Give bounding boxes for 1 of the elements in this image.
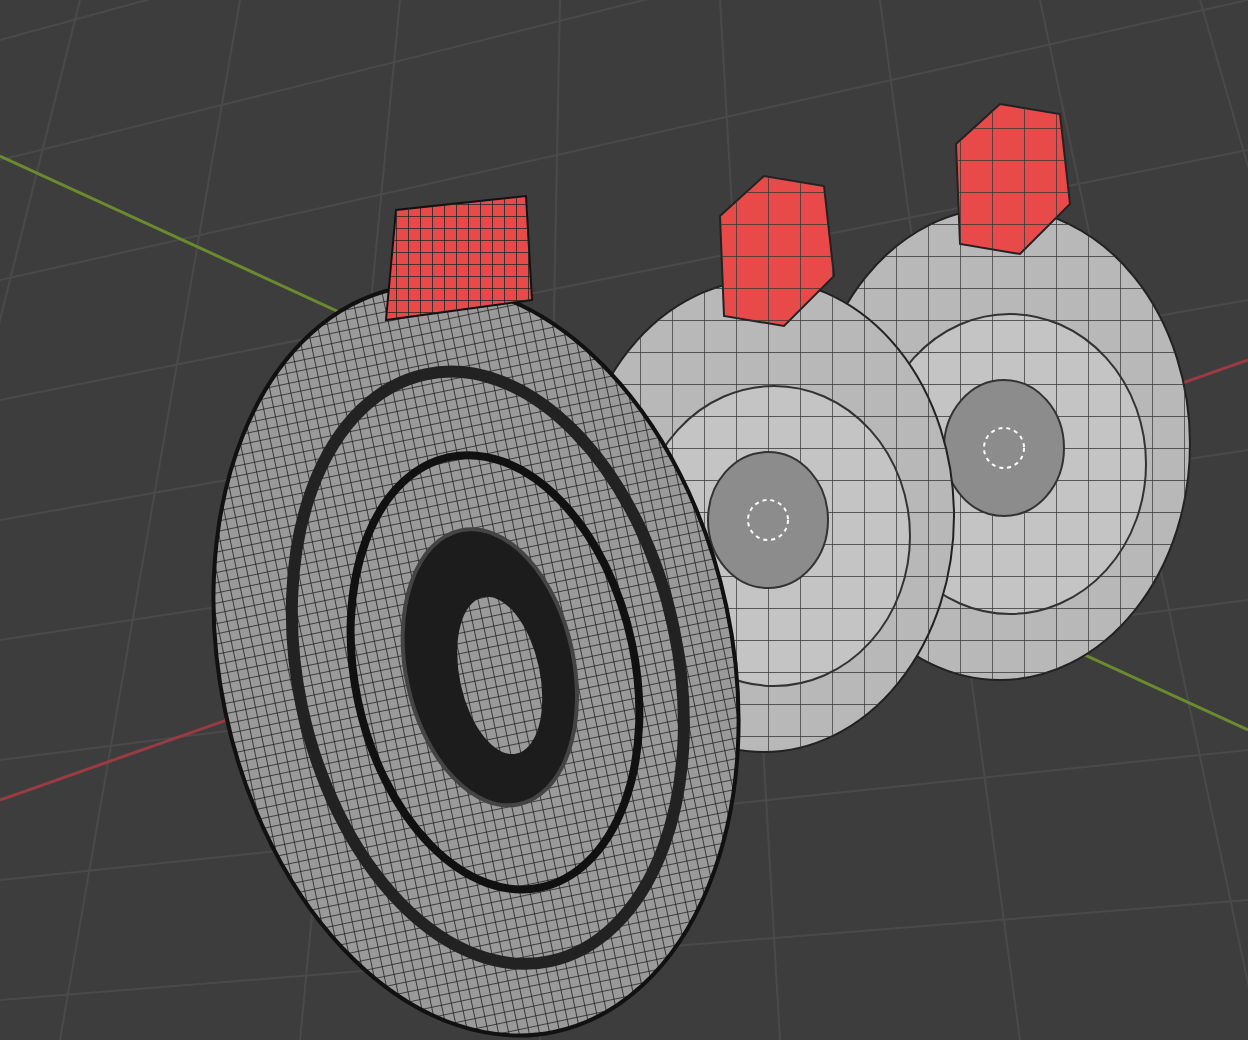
3d-viewport[interactable] (0, 0, 1248, 1040)
